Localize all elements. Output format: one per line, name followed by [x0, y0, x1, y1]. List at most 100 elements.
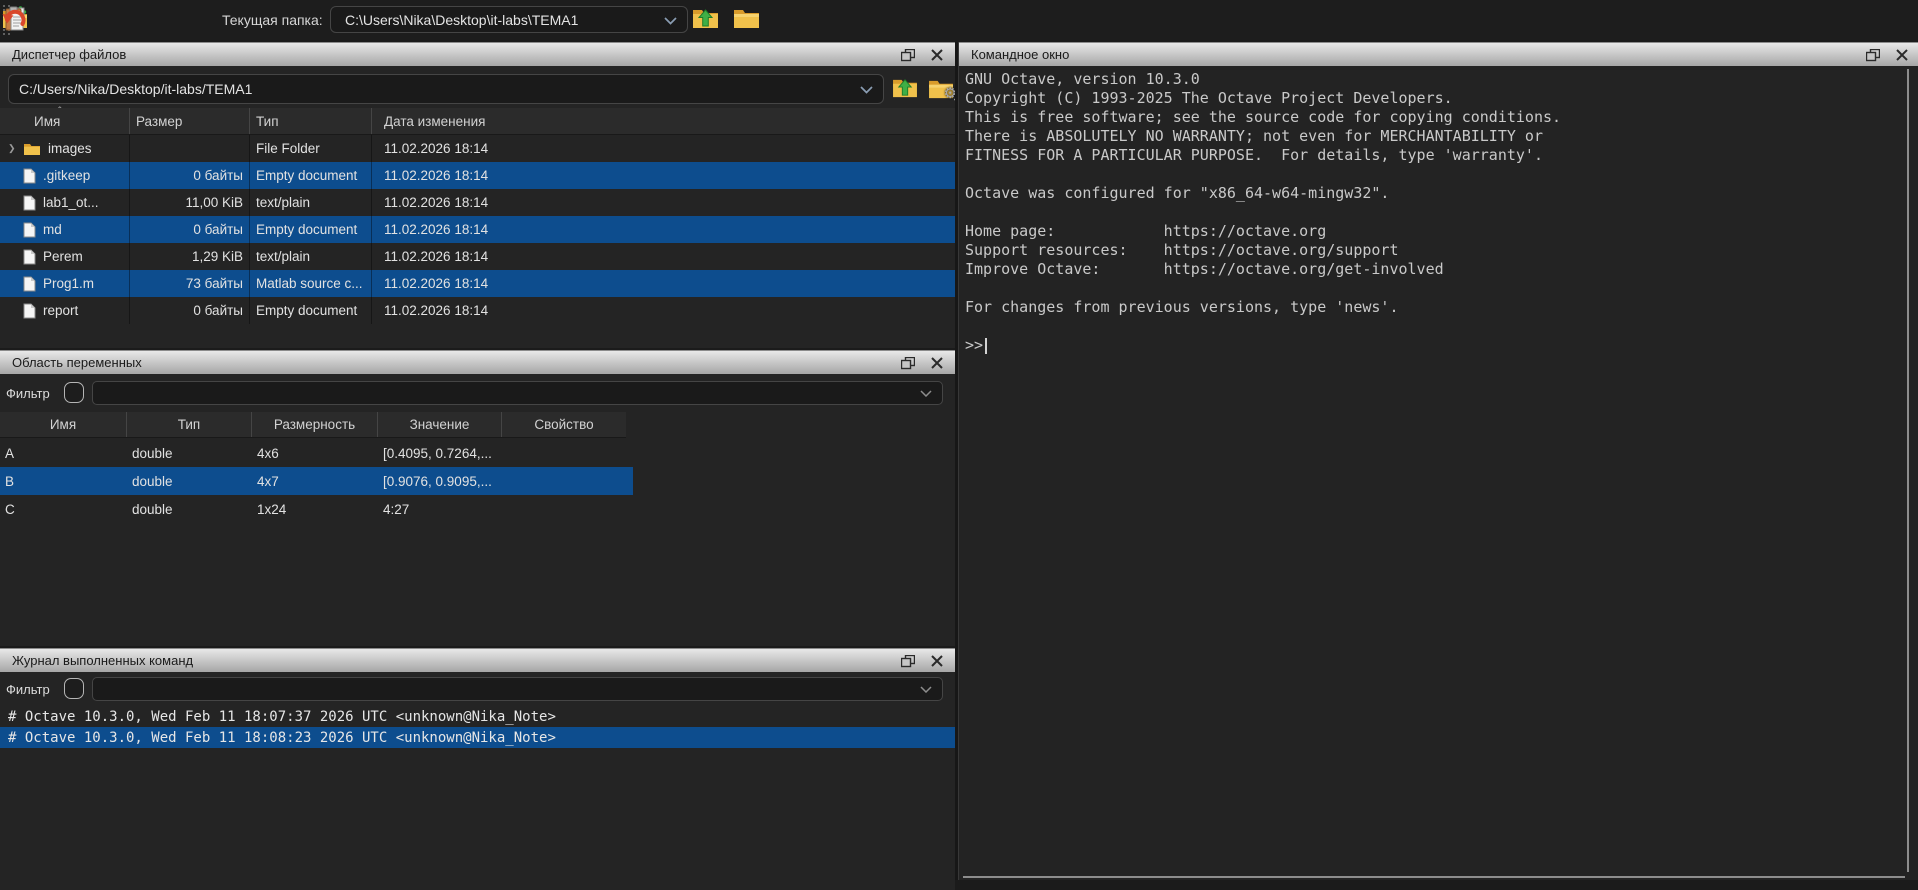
file-type: Empty document [250, 216, 372, 243]
file-row[interactable]: ❯ images File Folder 11.02.2026 18:14 [0, 135, 955, 162]
file-name: .gitkeep [43, 168, 90, 183]
workspace-titlebar: Область переменных [0, 350, 955, 374]
column-header[interactable]: Значение [378, 412, 502, 437]
file-type: Empty document [250, 297, 372, 324]
history-titlebar: Журнал выполненных команд [0, 648, 955, 672]
column-header[interactable]: Имя [0, 108, 130, 134]
file-type: text/plain [250, 243, 372, 270]
file-path-combobox[interactable]: C:/Users/Nika/Desktop/it-labs/TEMA1 [8, 74, 884, 104]
variable-name: C [0, 502, 127, 517]
file-modified-date: 11.02.2026 18:14 [372, 162, 955, 189]
file-icon [23, 195, 36, 211]
filter-checkbox[interactable] [64, 678, 84, 699]
file-table: ИмяРазмерТипДата изменения ❯ images [0, 108, 955, 324]
file-size: 0 байты [130, 162, 250, 189]
browse-directory-button[interactable] [731, 5, 761, 35]
folder-up-icon [892, 77, 918, 102]
command-prompt[interactable]: >> [965, 336, 987, 355]
file-name: Prog1.m [43, 276, 94, 291]
expand-chevron-icon[interactable]: ❯ [8, 143, 20, 154]
file-row[interactable]: ❯ .gitkeep 0 байты Empty document 11.02.… [0, 162, 955, 189]
file-row[interactable]: ❯ Perem 1,29 KiB text/plain 11.02.2026 1… [0, 243, 955, 270]
variable-row[interactable]: A double 4x6 [0.4095, 0.7264,... [0, 439, 633, 467]
filter-combobox[interactable] [92, 677, 943, 701]
current-folder-combobox[interactable]: C:\Users\Nika\Desktop\it-labs\TEMA1 [330, 6, 688, 33]
chevron-down-icon [920, 384, 932, 402]
undock-panel-button[interactable] [1865, 47, 1881, 63]
chevron-down-icon [664, 12, 677, 28]
history-list: # Octave 10.3.0, Wed Feb 11 18:07:37 202… [0, 706, 955, 748]
text-cursor [985, 338, 987, 354]
file-name: lab1_ot... [43, 195, 99, 210]
variable-name: B [0, 474, 127, 489]
column-header[interactable]: Размерность [252, 412, 378, 437]
panel-title: Область переменных [12, 355, 142, 370]
variable-type: double [127, 446, 252, 461]
variable-dims: 1x24 [252, 502, 378, 517]
file-row[interactable]: ❯ lab1_ot... 11,00 KiB text/plain 11.02.… [0, 189, 955, 216]
variable-type: double [127, 474, 252, 489]
main-toolbar: Текущая папка: C:\Users\Nika\Desktop\it-… [0, 0, 1918, 40]
column-header[interactable]: Тип [250, 108, 372, 134]
vertical-scrollbar[interactable] [1907, 69, 1909, 872]
horizontal-scrollbar[interactable] [963, 876, 1905, 878]
variable-type: double [127, 502, 252, 517]
panel-title: Командное окно [971, 47, 1069, 62]
file-row[interactable]: ❯ Prog1.m 73 байты Matlab source c... 11… [0, 270, 955, 297]
undock-panel-button[interactable] [900, 653, 916, 669]
chevron-down-icon [860, 81, 873, 97]
file-modified-date: 11.02.2026 18:14 [372, 216, 955, 243]
close-panel-button[interactable] [929, 47, 945, 63]
column-header[interactable]: Дата изменения [372, 108, 955, 134]
file-icon [23, 168, 36, 184]
file-type: File Folder [250, 135, 372, 162]
file-type: Empty document [250, 162, 372, 189]
filter-combobox[interactable] [92, 381, 943, 405]
prompt-symbol: >> [965, 336, 983, 355]
file-modified-date: 11.02.2026 18:14 [372, 189, 955, 216]
column-header[interactable]: Имя [0, 412, 127, 437]
file-table-header: ИмяРазмерТипДата изменения [0, 108, 955, 135]
history-entry[interactable]: # Octave 10.3.0, Wed Feb 11 18:08:23 202… [0, 727, 955, 748]
undock-panel-button[interactable] [900, 47, 916, 63]
command-window-titlebar: Командное окно [959, 42, 1918, 66]
folder-icon: ⚙ ▾ [928, 78, 954, 100]
folder-actions-button[interactable]: ⚙ ▾ [926, 75, 956, 103]
file-modified-date: 11.02.2026 18:14 [372, 135, 955, 162]
file-size: 73 байты [130, 270, 250, 297]
octave-main-window: Текущая папка: C:\Users\Nika\Desktop\it-… [0, 0, 1918, 890]
file-size [130, 135, 250, 162]
directory-up-button[interactable] [690, 5, 720, 35]
undock-panel-button[interactable] [900, 355, 916, 371]
one-directory-up-button[interactable] [890, 75, 920, 103]
file-row[interactable]: ❯ report 0 байты Empty document 11.02.20… [0, 297, 955, 324]
close-panel-button[interactable] [1894, 47, 1910, 63]
file-size: 11,00 KiB [130, 189, 250, 216]
undo-arrow-icon [2, 6, 28, 35]
close-panel-button[interactable] [929, 355, 945, 371]
variable-row[interactable]: C double 1x24 4:27 [0, 495, 633, 523]
filter-label: Фильтр [6, 378, 50, 408]
workspace-table-body: A double 4x6 [0.4095, 0.7264,... B doubl… [0, 439, 633, 523]
workspace-panel: Область переменных Фильтр ИмяТипРазмерно… [0, 350, 955, 646]
file-icon [23, 303, 36, 319]
undo-button[interactable] [0, 5, 30, 35]
history-entry-text: # Octave 10.3.0, Wed Feb 11 18:08:23 202… [8, 730, 556, 746]
close-panel-button[interactable] [929, 653, 945, 669]
file-row[interactable]: ❯ md 0 байты Empty document 11.02.2026 1… [0, 216, 955, 243]
column-header[interactable]: Тип [127, 412, 252, 437]
column-header[interactable]: Размер [130, 108, 250, 134]
variable-row[interactable]: B double 4x7 [0.9076, 0.9095,... [0, 467, 633, 495]
filter-checkbox[interactable] [64, 382, 84, 403]
command-history-panel: Журнал выполненных команд Фильтр # Octav… [0, 648, 955, 890]
file-path-value: C:/Users/Nika/Desktop/it-labs/TEMA1 [19, 81, 252, 97]
file-table-body: ❯ images File Folder 11.02.2026 18:14 [0, 135, 955, 324]
history-entry[interactable]: # Octave 10.3.0, Wed Feb 11 18:07:37 202… [0, 706, 955, 727]
variable-name: A [0, 446, 127, 461]
variable-value: [0.9076, 0.9095,... [378, 474, 502, 489]
file-modified-date: 11.02.2026 18:14 [372, 297, 955, 324]
variable-dims: 4x6 [252, 446, 378, 461]
file-name: md [43, 222, 62, 237]
history-entry-text: # Octave 10.3.0, Wed Feb 11 18:07:37 202… [8, 709, 556, 725]
column-header[interactable]: Свойство [502, 412, 626, 437]
